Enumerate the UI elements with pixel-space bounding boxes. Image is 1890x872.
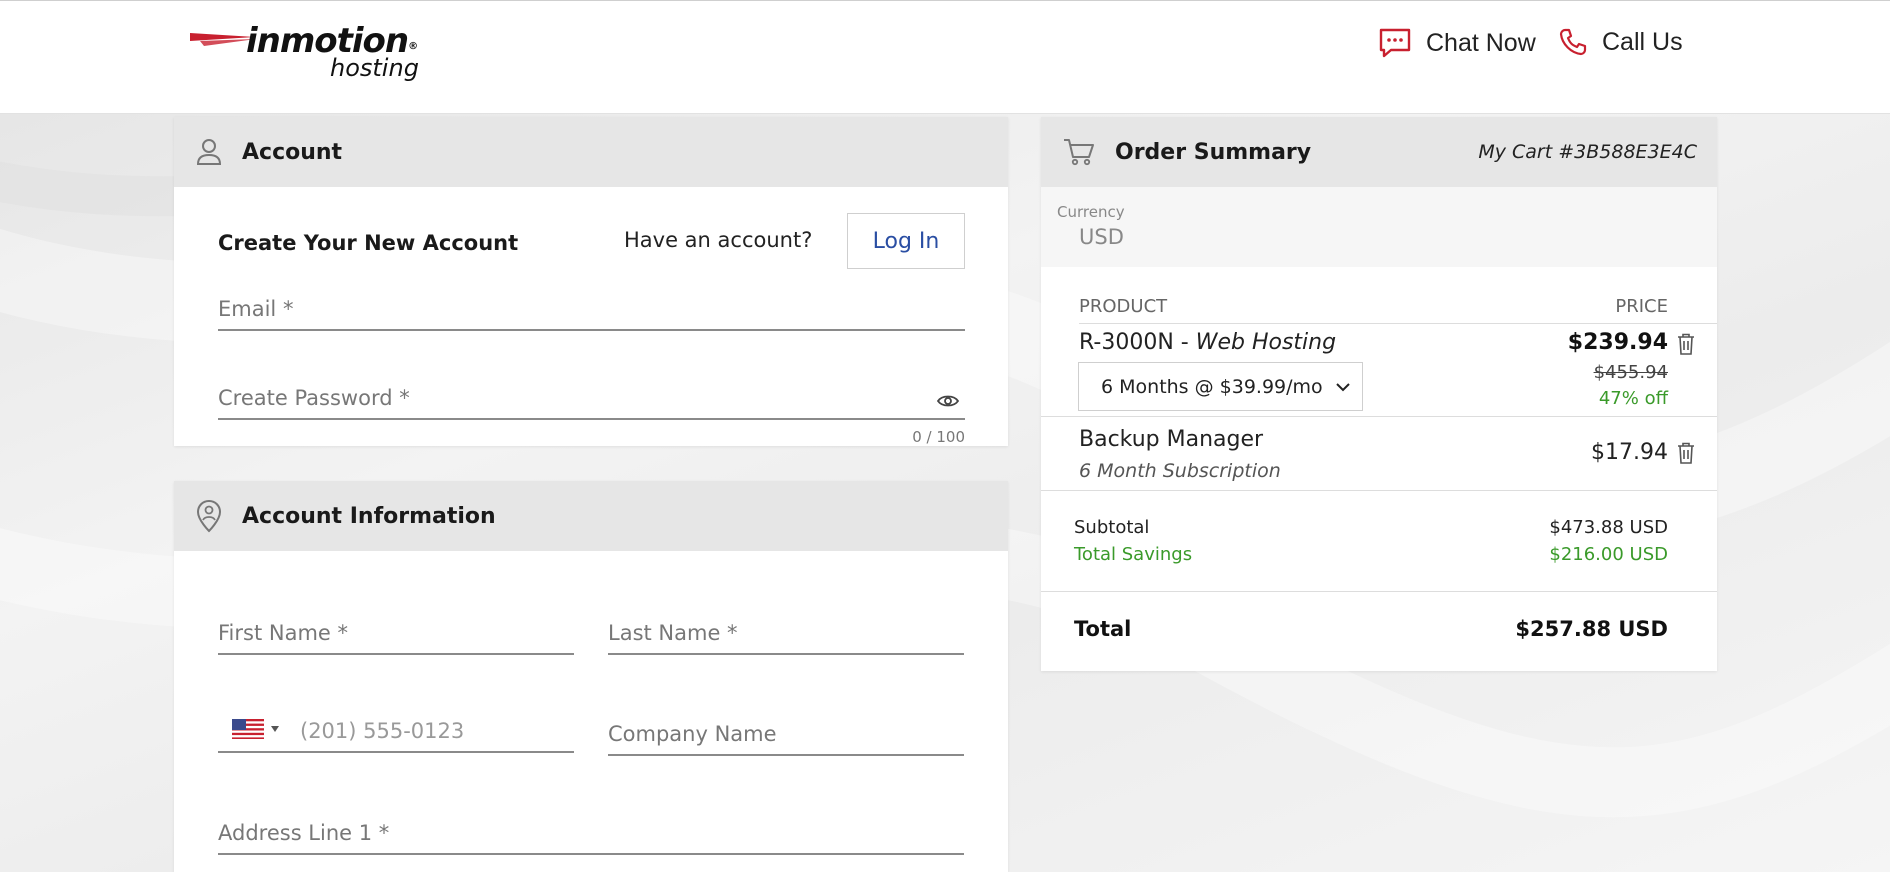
account-card-header: Account (174, 117, 1008, 187)
phone-field[interactable]: (201) 555-0123 (218, 709, 574, 753)
item-original-price: $455.94 (1593, 362, 1668, 383)
item-subtitle: 6 Month Subscription (1079, 460, 1281, 482)
logo-sub-text: hosting (330, 54, 419, 82)
phone-icon (1559, 28, 1587, 56)
trash-icon[interactable] (1677, 442, 1695, 464)
call-us-label: Call Us (1602, 27, 1683, 56)
login-button[interactable]: Log In (847, 213, 965, 269)
first-name-field[interactable]: First Name * (218, 611, 574, 655)
create-account-heading: Create Your New Account (218, 231, 519, 255)
item-price: $239.94 (1567, 330, 1668, 355)
divider (1041, 490, 1717, 491)
account-information-title: Account Information (242, 503, 496, 529)
password-field[interactable]: Create Password * (218, 376, 965, 420)
price-column-header: PRICE (1615, 296, 1668, 317)
subtotal-label: Subtotal (1074, 517, 1150, 538)
shopping-cart-icon (1064, 139, 1094, 166)
trash-icon[interactable] (1677, 333, 1695, 355)
first-name-placeholder: First Name * (218, 621, 348, 645)
total-savings-value: $216.00 USD (1549, 544, 1668, 565)
term-select[interactable]: 6 Months @ $39.99/mo (1078, 362, 1363, 411)
account-information-header: Account Information (174, 481, 1008, 551)
last-name-placeholder: Last Name * (608, 621, 738, 645)
address-line-1-placeholder: Address Line 1 * (218, 821, 390, 845)
chat-now-label: Chat Now (1426, 28, 1536, 57)
company-name-placeholder: Company Name (608, 722, 777, 746)
currency-value: USD (1079, 225, 1124, 249)
user-icon (196, 139, 222, 165)
inmotion-logo[interactable]: inmotion® hosting (190, 21, 430, 87)
currency-section[interactable]: Currency USD (1041, 187, 1717, 267)
phone-placeholder: (201) 555-0123 (300, 719, 465, 743)
password-counter: 0 / 100 (912, 428, 965, 446)
total-value: $257.88 USD (1515, 617, 1668, 641)
caret-down-icon (271, 726, 279, 732)
logo-registered-mark: ® (408, 41, 418, 52)
total-label: Total (1074, 617, 1132, 641)
company-name-field[interactable]: Company Name (608, 712, 964, 756)
site-header: inmotion® hosting Chat Now Call Us (0, 0, 1890, 114)
cart-id: My Cart #3B588E3E4C (1478, 141, 1697, 163)
call-us-button[interactable]: Call Us (1558, 27, 1683, 57)
chat-bubble-icon (1379, 28, 1411, 58)
item-discount: 47% off (1598, 388, 1668, 409)
account-card-title: Account (242, 139, 343, 165)
login-button-label: Log In (872, 228, 940, 254)
cart-item-web-hosting: R-3000N - Web Hosting 6 Months @ $39.99/… (1041, 324, 1717, 414)
address-line-1-field[interactable]: Address Line 1 * (218, 811, 964, 855)
account-information-card: Account Information First Name * Last Na… (174, 481, 1008, 872)
item-name-code: R-3000N - (1079, 330, 1196, 355)
country-flag-select[interactable] (232, 719, 280, 739)
location-pin-icon (196, 499, 222, 533)
show-password-eye-icon[interactable] (937, 394, 959, 408)
order-summary-header: Order Summary My Cart #3B588E3E4C (1041, 117, 1717, 187)
account-card: Account Create Your New Account Have an … (174, 117, 1008, 446)
have-account-text: Have an account? (624, 228, 813, 252)
us-flag-icon (232, 719, 264, 739)
chat-now-button[interactable]: Chat Now (1378, 27, 1536, 59)
last-name-field[interactable]: Last Name * (608, 611, 964, 655)
item-name-type: Web Hosting (1195, 330, 1337, 355)
total-savings-label: Total Savings (1074, 544, 1193, 565)
order-summary-title: Order Summary (1115, 139, 1312, 165)
item-name: Backup Manager (1079, 427, 1264, 452)
subtotal-value: $473.88 USD (1549, 517, 1668, 538)
item-price: $17.94 (1591, 440, 1668, 465)
divider (1041, 591, 1717, 592)
password-placeholder: Create Password * (218, 386, 410, 410)
email-placeholder: Email * (218, 297, 294, 321)
order-summary-card: Order Summary My Cart #3B588E3E4C Curren… (1041, 117, 1717, 671)
cart-item-backup-manager: Backup Manager 6 Month Subscription $17.… (1041, 417, 1717, 489)
currency-label: Currency (1057, 203, 1125, 221)
item-name: R-3000N - Web Hosting (1079, 330, 1336, 355)
term-select-value: 6 Months @ $39.99/mo (1101, 375, 1323, 398)
product-column-header: PRODUCT (1079, 296, 1168, 317)
chevron-down-icon (1336, 382, 1350, 391)
email-field[interactable]: Email * (218, 287, 965, 331)
